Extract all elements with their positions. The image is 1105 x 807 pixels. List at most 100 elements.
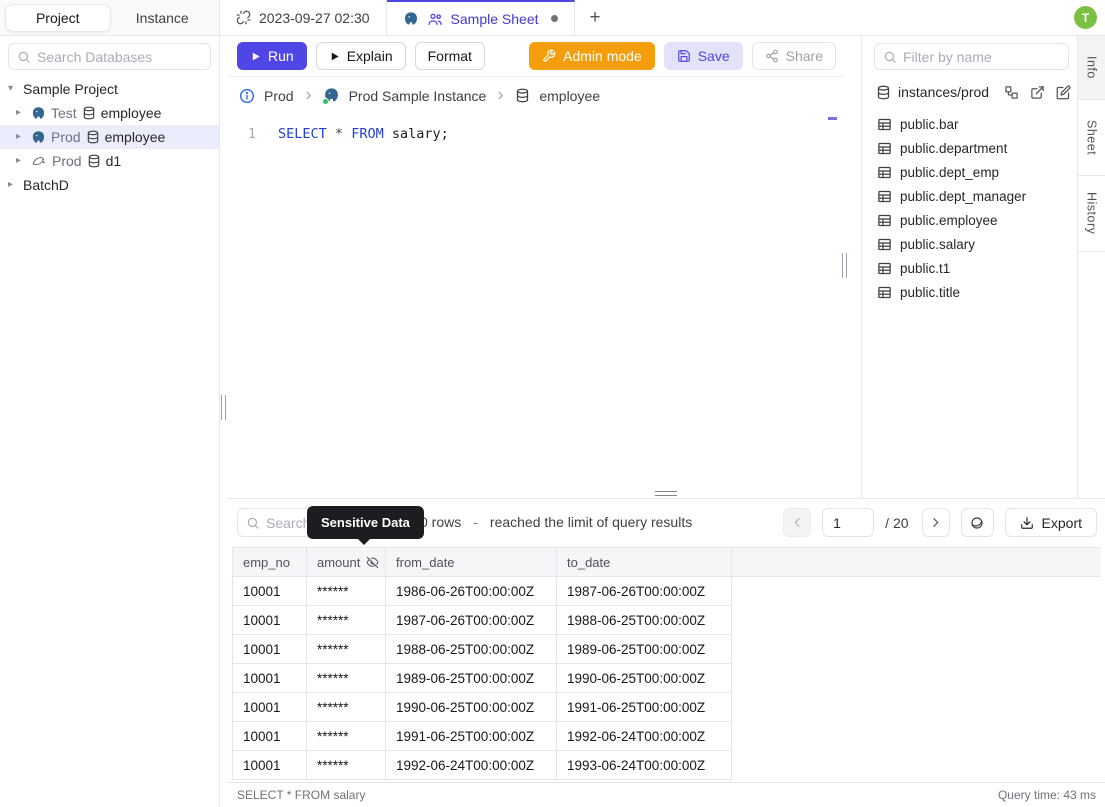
- schema-table-item[interactable]: public.dept_emp: [862, 160, 1077, 184]
- sheet-tab-bar: 2023-09-27 02:30 Sample Sheet + T: [220, 0, 1105, 35]
- share-button[interactable]: Share: [751, 42, 836, 70]
- results-panel: 0 rows - reached the limit of query resu…: [228, 498, 1105, 782]
- tab-sample-sheet[interactable]: Sample Sheet: [386, 0, 575, 35]
- unlink-icon: [236, 10, 251, 25]
- status-query-text: SELECT * FROM salary: [237, 788, 366, 802]
- table-cell-filler: [732, 577, 1101, 606]
- schema-table-item[interactable]: public.t1: [862, 256, 1077, 280]
- column-header-from-date[interactable]: from_date: [386, 548, 557, 577]
- sql-editor[interactable]: 1 SELECT * FROM salary;: [228, 114, 845, 498]
- tree-project-batchd[interactable]: ▸ BatchD: [0, 173, 219, 197]
- page-number-input[interactable]: [822, 508, 875, 537]
- prev-page-button[interactable]: [783, 508, 812, 537]
- column-header-amount[interactable]: amount: [307, 548, 386, 577]
- panel-switcher: Project Instance: [0, 0, 220, 35]
- schema-table-item[interactable]: public.dept_manager: [862, 184, 1077, 208]
- table-cell: 10001: [233, 693, 307, 722]
- table-icon: [878, 190, 891, 202]
- database-search-box[interactable]: [8, 43, 211, 70]
- table-cell-filler: [732, 606, 1101, 635]
- table-row[interactable]: 10001 ****** 1986-06-26T00:00:00Z 1987-0…: [233, 577, 1101, 606]
- format-button[interactable]: Format: [414, 42, 485, 70]
- schema-table-item[interactable]: public.employee: [862, 208, 1077, 232]
- rows-limit-message: reached the limit of query results: [489, 514, 693, 530]
- table-cell: ******: [307, 693, 386, 722]
- admin-mode-button[interactable]: Admin mode: [529, 42, 655, 70]
- table-row[interactable]: 10001 ****** 1987-06-26T00:00:00Z 1988-0…: [233, 606, 1101, 635]
- table-cell: 1990-06-25T00:00:00Z: [557, 664, 732, 693]
- tree-db-test-employee[interactable]: ▸ Test employee: [0, 101, 219, 125]
- database-icon: [82, 106, 96, 120]
- edit-icon[interactable]: [1056, 85, 1071, 100]
- breadcrumb-database[interactable]: employee: [539, 88, 600, 104]
- visualize-icon: [971, 516, 983, 529]
- schema-table-item[interactable]: public.salary: [862, 232, 1077, 256]
- schema-table-name: public.department: [900, 140, 1008, 156]
- tab-timestamp-sheet[interactable]: 2023-09-27 02:30: [220, 0, 387, 35]
- tree-project-label: BatchD: [23, 177, 69, 193]
- results-toolbar: 0 rows - reached the limit of query resu…: [228, 499, 1105, 546]
- caret-down-icon: ▾: [8, 83, 14, 94]
- postgres-icon: [31, 106, 46, 121]
- page-total: / 20: [885, 514, 909, 531]
- run-button[interactable]: Run: [237, 42, 307, 70]
- table-row[interactable]: 10001 ****** 1989-06-25T00:00:00Z 1990-0…: [233, 664, 1101, 693]
- avatar[interactable]: T: [1074, 6, 1097, 29]
- breadcrumb-environment[interactable]: Prod: [264, 88, 294, 104]
- tab-sheet[interactable]: Sheet: [1078, 100, 1105, 176]
- group-icon: [427, 11, 443, 27]
- table-cell: 10001: [233, 722, 307, 751]
- breadcrumb-instance[interactable]: Prod Sample Instance: [349, 88, 487, 104]
- schema-table-item[interactable]: public.bar: [862, 112, 1077, 136]
- caret-right-icon: ▸: [16, 107, 22, 118]
- tree-db-prod-employee[interactable]: ▸ Prod employee: [0, 125, 219, 149]
- tree-db-prod-d1[interactable]: ▸ Prod d1: [0, 149, 219, 173]
- database-label: employee: [104, 129, 166, 145]
- result-options-button[interactable]: [960, 508, 994, 537]
- left-panel-resize-handle[interactable]: [221, 395, 226, 420]
- tab-project[interactable]: Project: [5, 3, 111, 32]
- right-panel-resize-handle[interactable]: [842, 253, 847, 278]
- share-icon: [765, 49, 778, 63]
- schema-diagram-icon[interactable]: [1004, 85, 1019, 100]
- table-icon: [878, 118, 891, 130]
- database-tree: ▾ Sample Project ▸ Test employee ▸ Prod …: [0, 77, 219, 197]
- schema-table-name: public.salary: [900, 236, 976, 252]
- schema-filter-box[interactable]: [874, 43, 1069, 70]
- rows-info: 0 rows - reached the limit of query resu…: [420, 514, 692, 530]
- tab-instance[interactable]: Instance: [111, 5, 215, 31]
- info-icon[interactable]: [239, 88, 255, 104]
- editor-area: Run Explain Format Admin mode Save Share: [228, 36, 845, 498]
- save-button-label: Save: [697, 48, 730, 64]
- table-cell: 1990-06-25T00:00:00Z: [386, 693, 557, 722]
- table-row[interactable]: 10001 ****** 1991-06-25T00:00:00Z 1992-0…: [233, 722, 1101, 751]
- schema-table-item[interactable]: public.department: [862, 136, 1077, 160]
- tab-info[interactable]: Info: [1078, 36, 1105, 100]
- next-page-button[interactable]: [921, 508, 950, 537]
- table-row[interactable]: 10001 ****** 1988-06-25T00:00:00Z 1989-0…: [233, 635, 1101, 664]
- column-header-emp-no[interactable]: emp_no: [233, 548, 307, 577]
- wrench-icon: [543, 49, 556, 62]
- export-button-label: Export: [1041, 514, 1082, 531]
- table-cell: ******: [307, 577, 386, 606]
- results-table: emp_no amount from_date to_date 10001 **…: [232, 547, 1101, 780]
- tab-history[interactable]: History: [1078, 176, 1105, 252]
- table-row[interactable]: 10001 ****** 1990-06-25T00:00:00Z 1991-0…: [233, 693, 1101, 722]
- schema-table-name: public.employee: [900, 212, 998, 228]
- table-cell: ******: [307, 635, 386, 664]
- table-cell-filler: [732, 722, 1101, 751]
- export-button[interactable]: Export: [1004, 508, 1097, 537]
- external-link-icon[interactable]: [1030, 85, 1045, 100]
- save-icon: [677, 50, 690, 62]
- results-resize-handle[interactable]: [655, 491, 677, 496]
- column-header-to-date[interactable]: to_date: [557, 548, 732, 577]
- database-search-input[interactable]: [37, 48, 202, 65]
- explain-button[interactable]: Explain: [315, 42, 406, 70]
- chevron-right-icon: [303, 90, 314, 101]
- new-tab-button[interactable]: +: [575, 0, 616, 35]
- save-button[interactable]: Save: [663, 42, 743, 70]
- schema-table-item[interactable]: public.title: [862, 280, 1077, 304]
- tree-project-sample[interactable]: ▾ Sample Project: [0, 77, 219, 101]
- schema-filter-input[interactable]: [903, 48, 1060, 65]
- table-row[interactable]: 10001 ****** 1992-06-24T00:00:00Z 1993-0…: [233, 751, 1101, 780]
